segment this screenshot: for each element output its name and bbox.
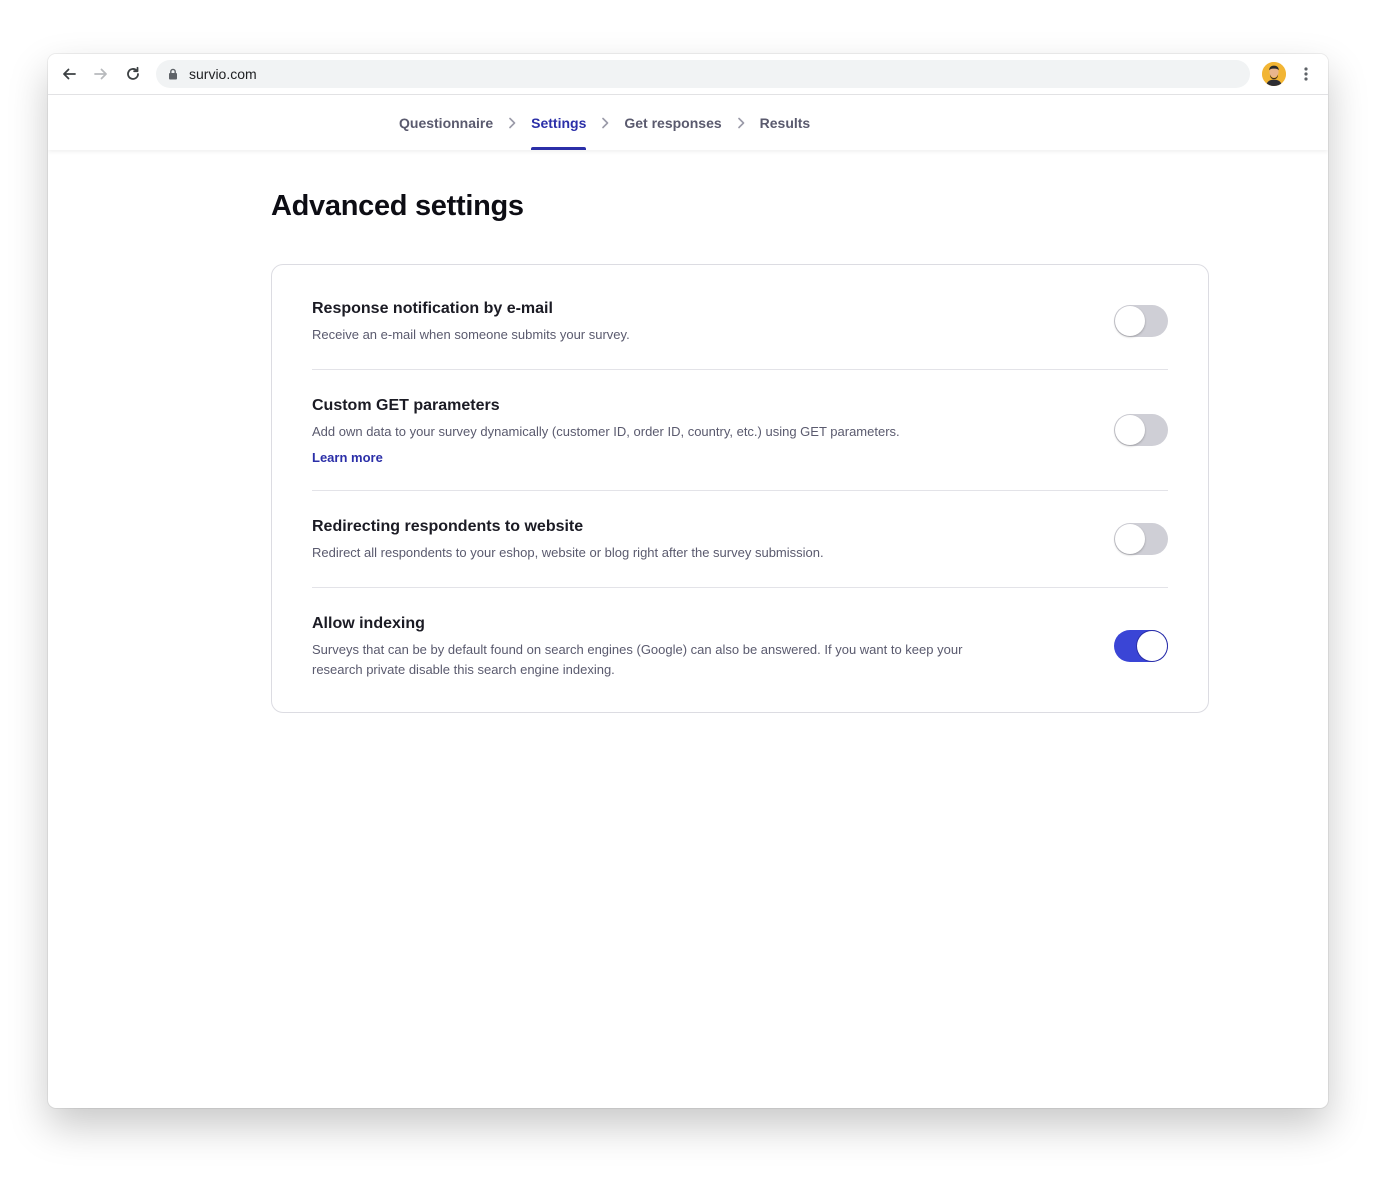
steps-nav: Questionnaire Settings Get responses Res… xyxy=(399,95,810,150)
setting-row-redirect: Redirecting respondents to website Redir… xyxy=(312,491,1168,588)
setting-description: Redirect all respondents to your eshop, … xyxy=(312,545,824,560)
settings-card: Response notification by e-mail Receive … xyxy=(271,264,1209,713)
setting-description: Add own data to your survey dynamically … xyxy=(312,424,900,439)
learn-more-link[interactable]: Learn more xyxy=(312,450,383,466)
toggle-custom-get-parameters[interactable] xyxy=(1114,414,1168,446)
browser-menu-button[interactable] xyxy=(1296,63,1316,85)
back-button[interactable] xyxy=(58,63,80,85)
setting-row-custom-get-parameters: Custom GET parameters Add own data to yo… xyxy=(312,370,1168,491)
forward-arrow-icon xyxy=(94,68,107,80)
step-settings[interactable]: Settings xyxy=(531,95,587,150)
setting-description: Surveys that can be by default found on … xyxy=(312,642,963,677)
setting-row-allow-indexing: Allow indexing Surveys that can be by de… xyxy=(312,588,1168,711)
step-results[interactable]: Results xyxy=(760,95,811,150)
kebab-menu-icon xyxy=(1304,67,1308,81)
toggle-knob xyxy=(1115,524,1145,554)
toggle-knob xyxy=(1137,631,1167,661)
address-bar[interactable]: survio.com xyxy=(156,60,1250,88)
setting-title: Allow indexing xyxy=(312,615,425,632)
setting-title: Redirecting respondents to website xyxy=(312,518,584,535)
back-arrow-icon xyxy=(63,68,76,80)
toggle-knob xyxy=(1115,415,1145,445)
forward-button[interactable] xyxy=(90,63,112,85)
avatar-icon xyxy=(1262,62,1286,86)
avatar[interactable] xyxy=(1262,62,1286,86)
survey-steps-bar: Questionnaire Settings Get responses Res… xyxy=(48,95,1328,150)
reload-button[interactable] xyxy=(122,63,144,85)
browser-toolbar: survio.com xyxy=(48,54,1328,95)
reload-icon xyxy=(127,66,139,80)
browser-window: survio.com Questionnaire Settings Get re… xyxy=(48,54,1328,1108)
lock-icon xyxy=(169,68,177,80)
chevron-right-icon xyxy=(505,117,519,129)
toggle-knob xyxy=(1115,306,1145,336)
setting-row-email-notification: Response notification by e-mail Receive … xyxy=(312,265,1168,370)
setting-title: Response notification by e-mail xyxy=(312,300,553,317)
step-questionnaire[interactable]: Questionnaire xyxy=(399,95,493,150)
setting-title: Custom GET parameters xyxy=(312,397,500,414)
page-title: Advanced settings xyxy=(271,190,524,222)
chevron-right-icon xyxy=(598,117,612,129)
url-text: survio.com xyxy=(189,66,257,82)
step-get-responses[interactable]: Get responses xyxy=(624,95,721,150)
toggle-allow-indexing[interactable] xyxy=(1114,630,1168,662)
toggle-redirect[interactable] xyxy=(1114,523,1168,555)
toggle-email-notification[interactable] xyxy=(1114,305,1168,337)
chevron-right-icon xyxy=(734,117,748,129)
setting-description: Receive an e-mail when someone submits y… xyxy=(312,327,630,342)
